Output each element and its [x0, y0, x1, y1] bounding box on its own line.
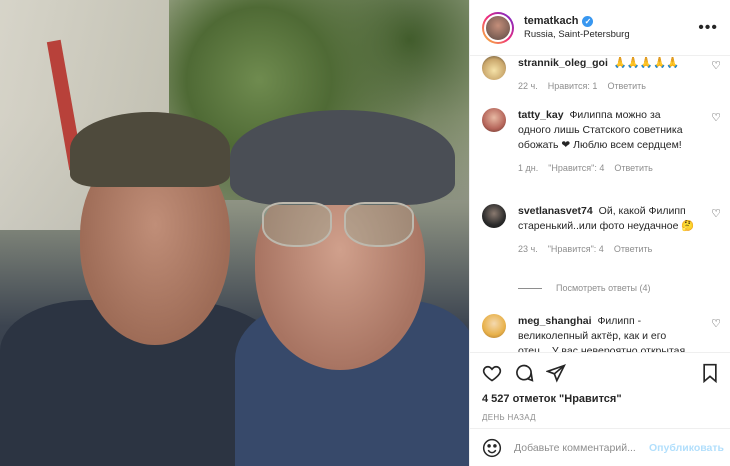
- comment-input[interactable]: [514, 441, 649, 454]
- replies-divider: [518, 287, 542, 289]
- reply-button[interactable]: Ответить: [614, 163, 652, 173]
- post-actions: 4 527 отметок "Нравится" ДЕНЬ НАЗАД: [470, 352, 730, 422]
- comment: tatty_kay Филиппа можно за одного лишь С…: [482, 108, 722, 173]
- profile-avatar[interactable]: [482, 11, 514, 44]
- share-icon[interactable]: [546, 363, 566, 383]
- comment-username[interactable]: tatty_kay: [518, 109, 564, 121]
- person-left-cap: [70, 112, 230, 187]
- comment-username[interactable]: svetlanasvet74: [518, 205, 593, 217]
- bookmark-icon[interactable]: [701, 363, 719, 383]
- comment-body: tatty_kay Филиппа можно за одного лишь С…: [518, 108, 696, 153]
- heart-icon[interactable]: ♡: [710, 208, 722, 220]
- comment-body: strannik_oleg_goi 🙏🙏🙏🙏🙏: [518, 56, 696, 71]
- comment-body: svetlanasvet74 Ой, какой Филипп стареньк…: [518, 204, 696, 234]
- person-right-cap: [230, 110, 455, 205]
- publish-button[interactable]: Опубликовать: [649, 442, 724, 454]
- view-replies-label[interactable]: Посмотреть ответы (4): [556, 283, 651, 293]
- reply-button[interactable]: Ответить: [614, 244, 652, 254]
- heart-icon[interactable]: [482, 363, 502, 383]
- comment-username[interactable]: meg_shanghai: [518, 315, 592, 327]
- author-username[interactable]: tematkach: [524, 15, 578, 27]
- comments-list[interactable]: strannik_oleg_goi 🙏🙏🙏🙏🙏 22 ч. Нравится: …: [470, 56, 730, 352]
- comment-meta: 23 ч. "Нравится": 4 Ответить: [518, 244, 722, 254]
- comment-time[interactable]: 23 ч.: [518, 244, 538, 254]
- comment-meta: 1 дн. "Нравится": 4 Ответить: [518, 163, 722, 173]
- reply-button[interactable]: Ответить: [607, 81, 645, 91]
- person-right-glasses: [262, 202, 422, 247]
- comment: svetlanasvet74 Ой, какой Филипп стареньк…: [482, 204, 722, 254]
- post-location[interactable]: Russia, Saint-Petersburg: [524, 29, 690, 40]
- avatar-image: [484, 13, 512, 42]
- comment-body: meg_shanghai Филипп - великолепный актёр…: [518, 314, 696, 352]
- comment-time[interactable]: 22 ч.: [518, 81, 538, 91]
- action-bar: [482, 361, 719, 385]
- comment-likes[interactable]: "Нравится": 4: [548, 163, 604, 173]
- add-comment-bar: Опубликовать: [470, 428, 730, 466]
- heart-icon[interactable]: ♡: [710, 112, 722, 124]
- post-header: tematkach ✓ Russia, Saint-Petersburg •••: [470, 0, 730, 56]
- post-photo[interactable]: [0, 0, 469, 466]
- comment-likes[interactable]: Нравится: 1: [548, 81, 598, 91]
- comment: strannik_oleg_goi 🙏🙏🙏🙏🙏 22 ч. Нравится: …: [482, 56, 722, 91]
- author-info: tematkach ✓ Russia, Saint-Petersburg: [524, 15, 690, 40]
- comment-avatar[interactable]: [482, 108, 506, 132]
- heart-icon[interactable]: ♡: [710, 318, 722, 330]
- likes-count[interactable]: 4 527 отметок "Нравится": [482, 393, 719, 405]
- post-date[interactable]: ДЕНЬ НАЗАД: [482, 413, 719, 422]
- heart-icon[interactable]: ♡: [710, 60, 722, 72]
- comment-icon[interactable]: [514, 363, 534, 383]
- emoji-icon[interactable]: [482, 438, 502, 458]
- comment-username[interactable]: strannik_oleg_goi: [518, 57, 608, 69]
- comment: meg_shanghai Филипп - великолепный актёр…: [482, 314, 722, 352]
- comment-likes[interactable]: "Нравится": 4: [548, 244, 604, 254]
- view-replies-button[interactable]: Посмотреть ответы (4): [518, 283, 651, 293]
- comment-meta: 22 ч. Нравится: 1 Ответить: [518, 81, 722, 91]
- comment-avatar[interactable]: [482, 314, 506, 338]
- comment-time[interactable]: 1 дн.: [518, 163, 538, 173]
- comment-avatar[interactable]: [482, 204, 506, 228]
- comment-text: 🙏🙏🙏🙏🙏: [613, 57, 680, 69]
- comment-avatar[interactable]: [482, 56, 506, 80]
- more-horizontal-icon[interactable]: •••: [690, 19, 718, 37]
- post-sidebar: tematkach ✓ Russia, Saint-Petersburg •••…: [469, 0, 730, 466]
- verified-icon: ✓: [582, 15, 594, 27]
